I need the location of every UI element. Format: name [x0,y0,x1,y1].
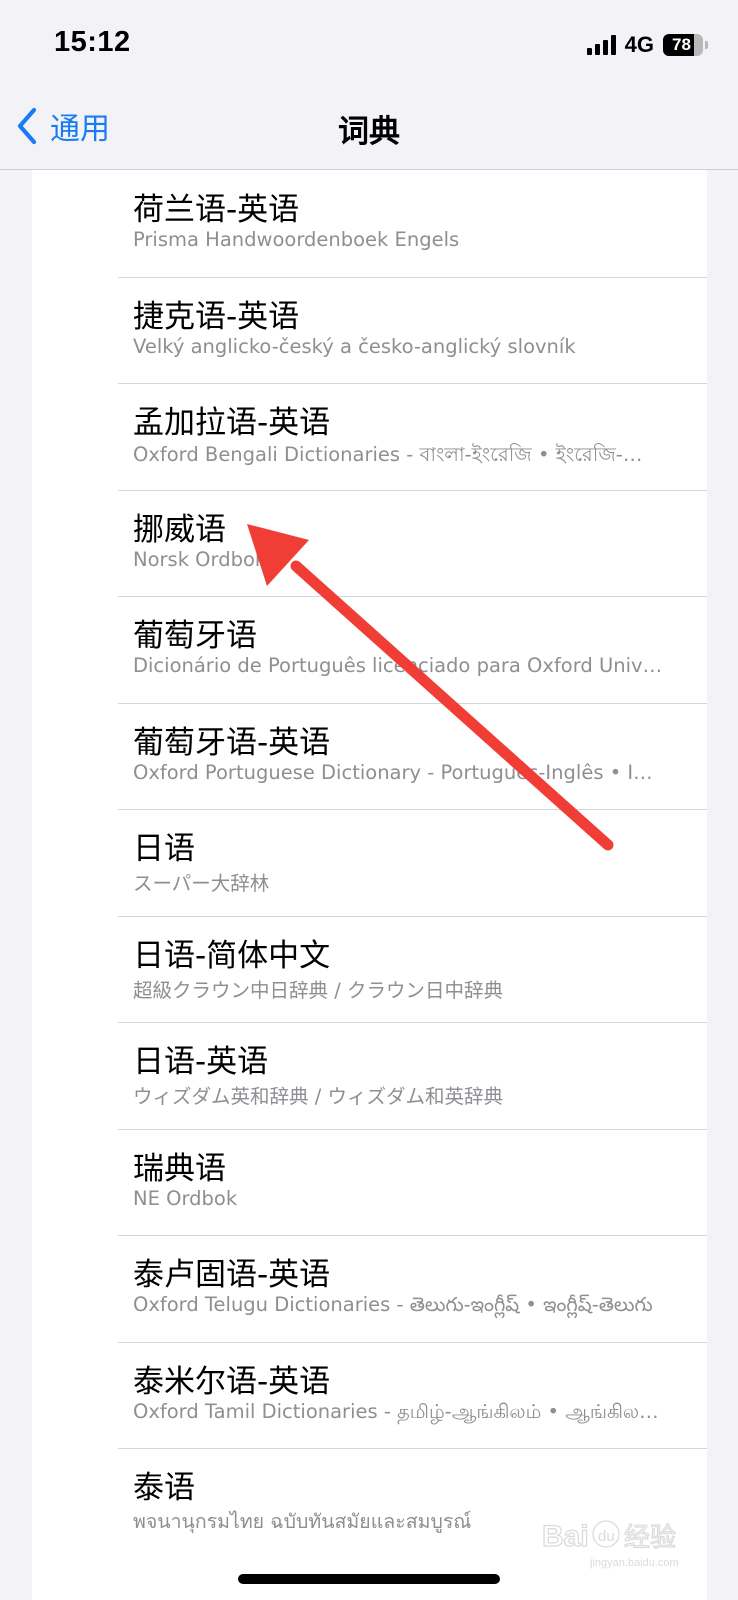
dictionary-row-portuguese-english[interactable]: 葡萄牙语-英语 Oxford Portuguese Dictionary - P… [32,702,707,810]
dictionary-title: 泰米尔语-英语 [133,1363,331,1400]
dictionary-subtitle: Prisma Handwoordenboek Engels [133,228,460,251]
dictionary-subtitle: スーパー大辞林 [133,872,270,895]
dictionary-subtitle: Oxford Telugu Dictionaries - తెలుగు-ఇంగ్… [133,1293,653,1316]
dictionary-subtitle: ウィズダム英和辞典 / ウィズダム和英辞典 [133,1085,503,1108]
dictionary-subtitle: Oxford Portuguese Dictionary - Português… [133,760,663,784]
svg-text:du: du [598,1528,615,1545]
dictionary-row-japanese[interactable]: 日语 スーパー大辞林 [32,809,707,916]
network-type-label: 4G [624,32,654,57]
dictionary-row-norwegian[interactable]: 挪威语 Norsk Ordbok [32,489,707,597]
dictionary-row-dutch-english[interactable]: 荷兰语-英语 Prisma Handwoordenboek Engels [32,170,707,277]
battery-level-label: 78 [672,35,691,54]
dictionary-title: 孟加拉语-英语 [133,405,331,441]
battery-cap [705,41,708,49]
navigation-bar: 通用 词典 [0,90,738,170]
svg-text:jingyan.baidu.com: jingyan.baidu.com [589,1557,679,1569]
dictionary-row-portuguese[interactable]: 葡萄牙语 Dicionário de Português licenciado … [32,596,707,703]
dictionary-subtitle: Norsk Ordbok [133,547,267,571]
dictionary-title: 日语 [133,831,195,867]
dictionary-row-japanese-chinese[interactable]: 日语-简体中文 超級クラウン中日辞典 / クラウン日中辞典 [32,915,707,1023]
dictionary-row-bengali-english[interactable]: 孟加拉语-英语 Oxford Bengali Dictionaries - বা… [32,383,707,490]
dictionary-title: 葡萄牙语 [133,618,257,654]
dictionary-subtitle: 超級クラウン中日辞典 / クラウン日中辞典 [133,978,503,1002]
dictionary-title: 泰卢固语-英语 [133,1257,331,1293]
dictionary-subtitle: Oxford Bengali Dictionaries - বাংলা-ইংরে… [133,443,663,466]
status-bar: 15:12 4G 78 [0,0,738,90]
status-time: 15:12 [54,26,131,58]
dictionary-title: 日语-简体中文 [133,937,331,974]
dictionary-row-telugu-english[interactable]: 泰卢固语-英语 Oxford Telugu Dictionaries - తెల… [32,1235,707,1342]
dictionary-row-czech-english[interactable]: 捷克语-英语 Velký anglicko-český a česko-angl… [32,276,707,384]
dictionary-subtitle: Oxford Tamil Dictionaries - தமிழ்-ஆங்கில… [133,1399,663,1423]
dictionary-subtitle: Dicionário de Português licenciado para … [133,654,663,677]
dictionary-title: 日语-英语 [133,1044,269,1080]
dictionary-title: 荷兰语-英语 [133,192,300,228]
dictionary-row-swedish[interactable]: 瑞典语 NE Ordbok [32,1128,707,1236]
home-indicator[interactable] [238,1574,500,1584]
dictionary-row-japanese-english[interactable]: 日语-英语 ウィズダム英和辞典 / ウィズダム和英辞典 [32,1022,707,1129]
dictionary-title: 泰语 [133,1470,195,1506]
page-title: 词典 [338,114,400,150]
dictionary-list: 荷兰语-英语 Prisma Handwoordenboek Engels 捷克语… [32,170,707,1600]
baidu-watermark-logo: Bai du 经验 jingyan.baidu.com [542,1519,679,1569]
svg-text:Bai: Bai [542,1520,589,1553]
dictionary-title: 瑞典语 [133,1150,226,1187]
dictionary-title: 捷克语-英语 [133,298,300,335]
dictionary-row-tamil-english[interactable]: 泰米尔语-英语 Oxford Tamil Dictionaries - தமிழ… [32,1341,707,1449]
dictionary-subtitle: Velký anglicko-český a česko-anglický sl… [133,334,576,358]
battery-icon: 78 [663,34,703,56]
dictionary-title: 挪威语 [133,511,226,548]
status-indicators: 4G 78 [586,32,708,58]
dictionary-subtitle: NE Ordbok [133,1186,238,1210]
svg-text:经验: 经验 [624,1523,676,1553]
cellular-signal-icon [586,35,616,55]
dictionary-title: 葡萄牙语-英语 [133,724,331,761]
